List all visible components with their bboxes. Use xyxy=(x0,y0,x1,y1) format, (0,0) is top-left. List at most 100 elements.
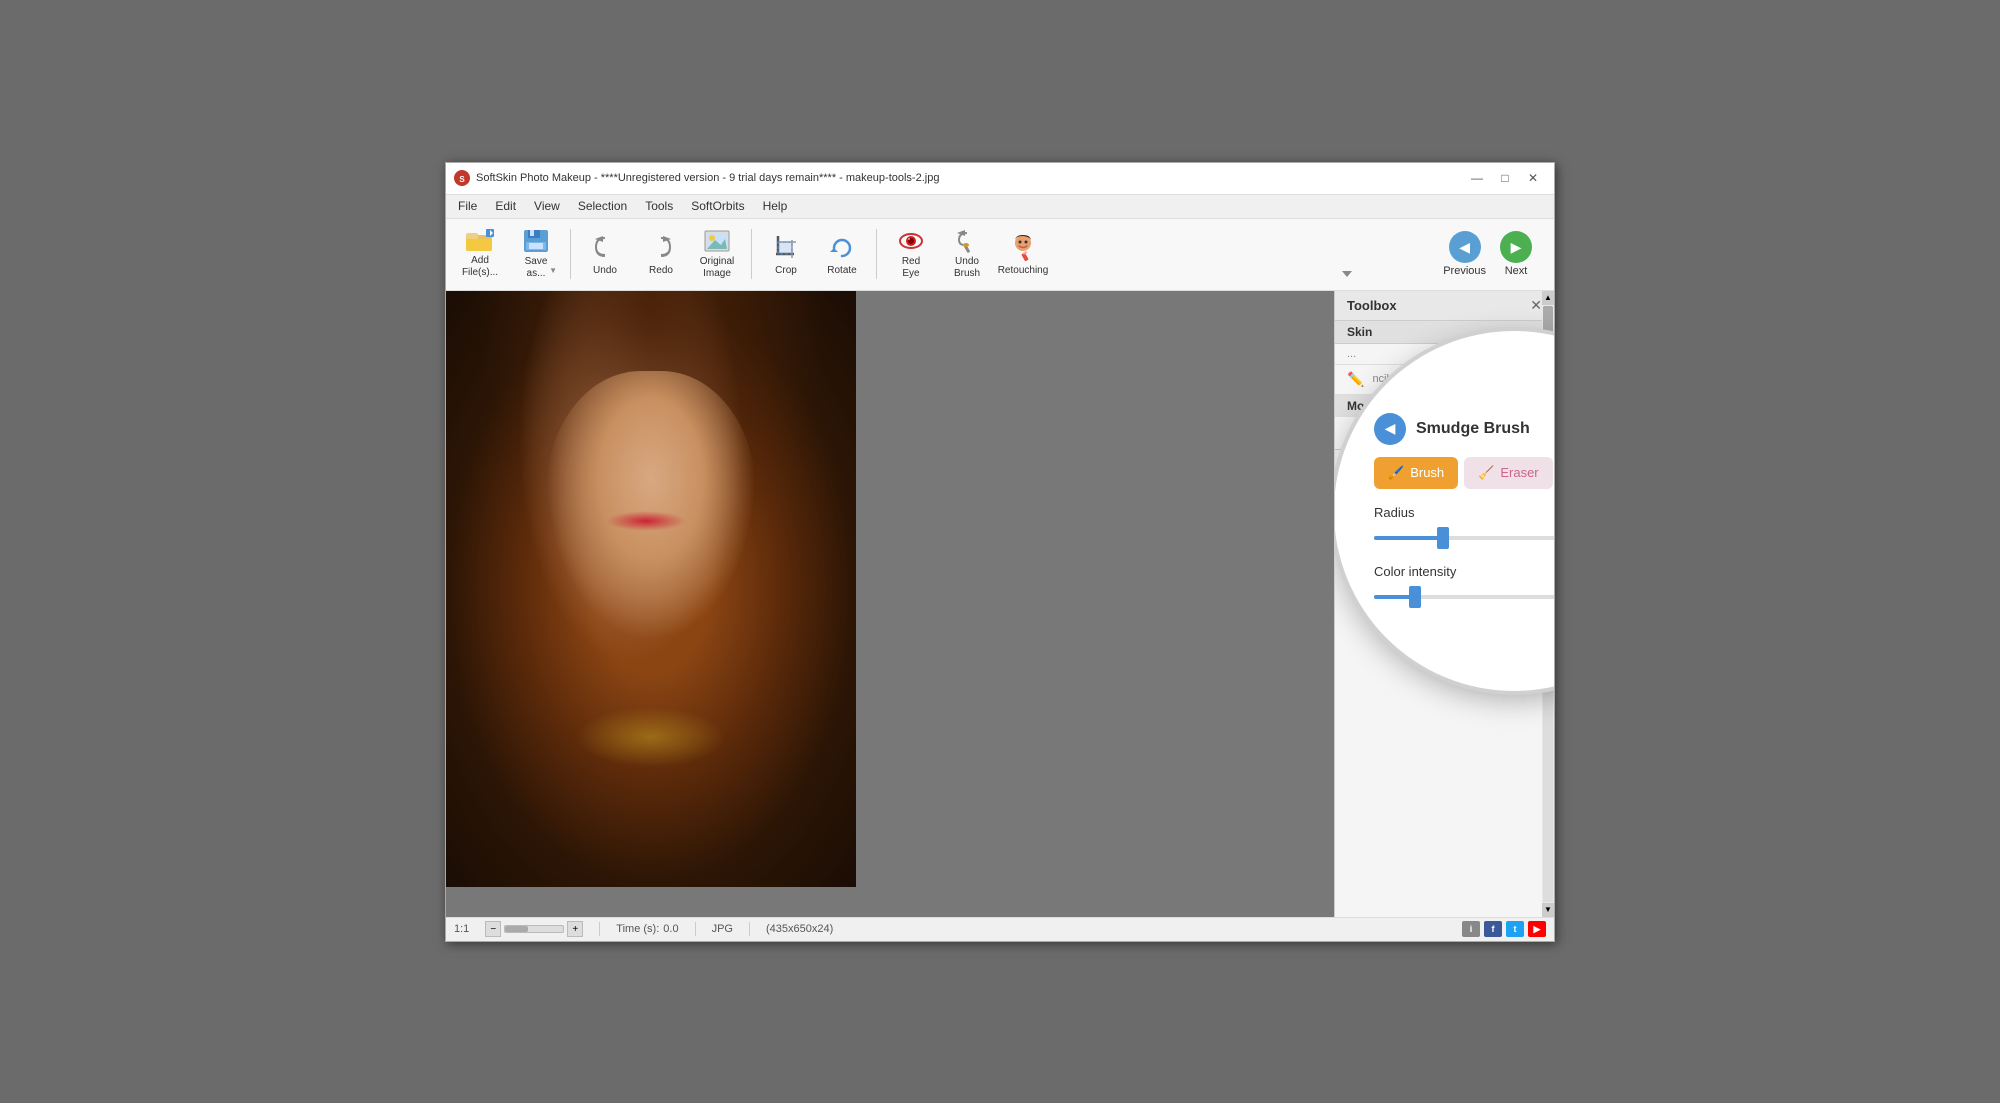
toolbox-panel: Toolbox ✕ Skin ▲ ... ✏️ ncil can remov xyxy=(1334,291,1554,917)
folder-icon xyxy=(464,229,496,253)
red-eye-icon xyxy=(895,228,927,254)
smudge-title-row: ◀ Smudge Brush xyxy=(1374,413,1554,445)
red-eye-label: RedEye xyxy=(902,256,920,280)
zoom-section: 1:1 xyxy=(454,923,469,935)
image-dimensions: (435x650x24) xyxy=(766,923,833,935)
color-intensity-thumb[interactable] xyxy=(1409,586,1421,608)
undo-label: Undo xyxy=(593,265,617,277)
scroll-up-arrow[interactable]: ▲ xyxy=(1542,291,1554,305)
info-icon[interactable]: i xyxy=(1462,921,1480,937)
status-sep-3 xyxy=(749,922,750,936)
undo-brush-button[interactable]: UndoBrush xyxy=(941,224,993,284)
radius-slider-thumb[interactable] xyxy=(1437,527,1449,549)
dimensions-section: (435x650x24) xyxy=(766,923,833,935)
undo-brush-icon xyxy=(951,228,983,254)
separator-2 xyxy=(751,229,752,279)
zoom-in-button[interactable]: + xyxy=(567,921,583,937)
window-title: SoftSkin Photo Makeup - ****Unregistered… xyxy=(476,172,939,184)
zoom-level: 1:1 xyxy=(454,923,469,935)
radius-slider[interactable] xyxy=(1374,536,1554,540)
menu-tools[interactable]: Tools xyxy=(637,197,681,215)
close-button[interactable]: ✕ xyxy=(1520,168,1546,188)
retouching-icon xyxy=(1007,231,1039,263)
format-section: JPG xyxy=(712,923,733,935)
brush-tab-label: Brush xyxy=(1410,465,1444,480)
undo-brush-label: UndoBrush xyxy=(954,256,980,280)
pencil-icon: ✏️ xyxy=(1347,371,1364,388)
photo-canvas[interactable] xyxy=(446,291,856,887)
red-eye-button[interactable]: RedEye xyxy=(885,224,937,284)
brush-tab-icon: 🖌️ xyxy=(1388,465,1404,481)
crop-icon xyxy=(770,231,802,263)
rotate-label: Rotate xyxy=(827,265,856,277)
title-bar: S SoftSkin Photo Makeup - ****Unregister… xyxy=(446,163,1554,195)
next-icon: ▶ xyxy=(1500,231,1532,263)
toolbox-close-button[interactable]: ✕ xyxy=(1530,297,1542,314)
menu-softorbits[interactable]: SoftOrbits xyxy=(683,197,752,215)
time-value: 0.0 xyxy=(663,923,678,935)
zoom-controls: − + xyxy=(485,921,583,937)
menu-help[interactable]: Help xyxy=(755,197,796,215)
menu-view[interactable]: View xyxy=(526,197,568,215)
redo-icon xyxy=(645,231,677,263)
radius-label: Radius xyxy=(1374,505,1554,520)
next-button[interactable]: ▶ Next xyxy=(1494,227,1538,281)
crop-button[interactable]: Crop xyxy=(760,224,812,284)
retouching-button[interactable]: Retouching xyxy=(997,224,1049,284)
color-intensity-control: Color intensity 25 xyxy=(1374,564,1554,609)
twitter-icon[interactable]: t xyxy=(1506,921,1524,937)
partial-text: ... xyxy=(1347,348,1356,360)
undo-button[interactable]: Undo xyxy=(579,224,631,284)
crop-label: Crop xyxy=(775,265,797,277)
retouching-label: Retouching xyxy=(998,265,1049,277)
radius-slider-fill xyxy=(1374,536,1443,540)
save-as-label: Saveas... xyxy=(525,256,548,280)
facebook-icon[interactable]: f xyxy=(1484,921,1502,937)
time-label: Time (s): xyxy=(616,923,659,935)
original-image-label: OriginalImage xyxy=(700,256,734,280)
zoom-slider[interactable] xyxy=(504,925,564,933)
maximize-button[interactable]: □ xyxy=(1492,168,1518,188)
color-intensity-slider-row: 25 xyxy=(1374,585,1554,609)
next-label: Next xyxy=(1505,265,1528,277)
minimize-button[interactable]: — xyxy=(1464,168,1490,188)
toolbar-more-button[interactable] xyxy=(1340,267,1354,284)
menu-selection[interactable]: Selection xyxy=(570,197,635,215)
main-window: S SoftSkin Photo Makeup - ****Unregister… xyxy=(445,162,1555,942)
separator-1 xyxy=(570,229,571,279)
previous-button[interactable]: ◀ Previous xyxy=(1437,227,1492,281)
eraser-tab-label: Eraser xyxy=(1500,465,1538,480)
menu-bar: File Edit View Selection Tools SoftOrbit… xyxy=(446,195,1554,219)
status-icons: i f t ▶ xyxy=(1462,921,1546,937)
save-icon xyxy=(520,228,552,254)
image-area[interactable] xyxy=(446,291,1334,917)
status-sep-2 xyxy=(695,922,696,936)
eraser-tab[interactable]: 🧹 Eraser xyxy=(1464,457,1552,489)
scroll-down-arrow[interactable]: ▼ xyxy=(1542,903,1554,917)
toolbox-title: Toolbox xyxy=(1347,298,1397,313)
brush-tab[interactable]: 🖌️ Brush xyxy=(1374,457,1458,489)
title-bar-left: S SoftSkin Photo Makeup - ****Unregister… xyxy=(454,170,939,186)
zoom-out-button[interactable]: − xyxy=(485,921,501,937)
eraser-tab-icon: 🧹 xyxy=(1478,465,1494,481)
scroll-thumb[interactable] xyxy=(1543,306,1553,336)
menu-edit[interactable]: Edit xyxy=(487,197,524,215)
toolbar: AddFile(s)... Saveas... ▼ xyxy=(446,219,1554,291)
separator-3 xyxy=(876,229,877,279)
original-image-button[interactable]: OriginalImage xyxy=(691,224,743,284)
color-intensity-slider[interactable] xyxy=(1374,595,1554,599)
rotate-button[interactable]: Rotate xyxy=(816,224,868,284)
add-files-label: AddFile(s)... xyxy=(462,255,498,279)
menu-file[interactable]: File xyxy=(450,197,485,215)
save-as-dropdown-arrow: ▼ xyxy=(549,266,557,275)
nav-area: ◀ Previous ▶ Next xyxy=(1437,227,1538,281)
smudge-back-button[interactable]: ◀ xyxy=(1374,413,1406,445)
redo-button[interactable]: Redo xyxy=(635,224,687,284)
smudge-title: Smudge Brush xyxy=(1416,420,1530,438)
previous-icon: ◀ xyxy=(1449,231,1481,263)
radius-slider-row: 50 xyxy=(1374,526,1554,550)
save-as-button[interactable]: Saveas... ▼ xyxy=(510,224,562,284)
add-files-button[interactable]: AddFile(s)... xyxy=(454,224,506,284)
title-bar-controls: — □ ✕ xyxy=(1464,168,1546,188)
youtube-icon[interactable]: ▶ xyxy=(1528,921,1546,937)
